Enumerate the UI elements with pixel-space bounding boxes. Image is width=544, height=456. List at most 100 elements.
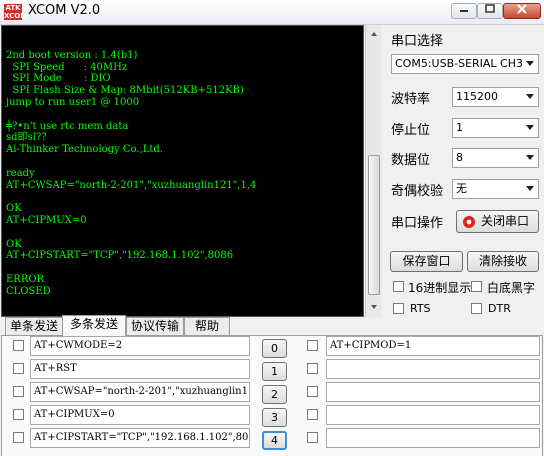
close-icon xyxy=(517,4,527,14)
terminal-line: Ai-Thinker Technology Co.,Ltd. xyxy=(6,144,163,156)
tab-multi-send[interactable]: 多条发送 xyxy=(62,315,126,336)
terminal-text: 2nd boot version : 1.4(b1) SPI Speed : 4… xyxy=(6,38,349,298)
databits-label: 数据位 xyxy=(391,153,431,168)
port-label: 串口选择 xyxy=(391,34,444,49)
window-title: XCOM V2.0 xyxy=(28,3,101,18)
send-row-checkbox[interactable] xyxy=(13,340,24,351)
title-bar: ATK XCOM XCOM V2.0 xyxy=(0,0,544,25)
send-row-button[interactable]: 0 xyxy=(262,339,287,358)
send-row-input[interactable]: AT+RST xyxy=(30,359,250,379)
hex-display-checkbox[interactable] xyxy=(393,281,404,292)
send-row-checkbox[interactable] xyxy=(13,432,24,443)
hex-display-label: 16进制显示 xyxy=(408,281,472,295)
send-tabs: 单条发送 多条发送 协议传输 帮助 xyxy=(0,315,544,336)
power-icon xyxy=(463,216,475,228)
send-row-input[interactable]: AT+CIPSTART="TCP","192.168.1.102",80 xyxy=(30,428,250,448)
scroll-down-icon xyxy=(371,305,377,309)
baud-select-value: 115200 xyxy=(456,90,498,103)
send-row-input[interactable] xyxy=(326,382,540,402)
chevron-down-icon xyxy=(526,94,534,99)
app-logo: ATK XCOM xyxy=(4,4,28,20)
port-select-value: COM5:USB-SERIAL CH34C xyxy=(395,57,538,70)
minimize-button[interactable] xyxy=(451,3,477,19)
terminal-line: ERROR xyxy=(6,273,45,285)
dtr-checkbox[interactable] xyxy=(471,303,482,314)
chevron-down-icon xyxy=(526,61,534,66)
terminal-line: AT+CIPSTART="TCP","192.168.1.102",8086 xyxy=(6,250,234,262)
parity-label: 奇偶校验 xyxy=(391,184,444,199)
chevron-down-icon xyxy=(526,155,534,160)
terminal-scrollbar[interactable] xyxy=(365,25,382,317)
send-row-checkbox[interactable] xyxy=(307,409,318,420)
send-row-input[interactable]: AT+CWMODE=2 xyxy=(30,336,250,356)
send-row-checkbox[interactable] xyxy=(307,432,318,443)
dtr-label: DTR xyxy=(488,302,511,315)
terminal-line: AT+CIPMUX=0 xyxy=(6,214,87,226)
stopbits-select[interactable]: 1 xyxy=(452,118,539,138)
parity-select-value: 无 xyxy=(456,182,467,195)
port-select[interactable]: COM5:USB-SERIAL CH34C xyxy=(391,54,539,74)
send-row-input[interactable] xyxy=(326,405,540,425)
terminal-line: 2nd boot version : 1.4(b1) xyxy=(6,49,138,61)
baud-label: 波特率 xyxy=(391,92,431,107)
terminal-line: jump to run user1 @ 1000 xyxy=(6,96,140,108)
stopbits-label: 停止位 xyxy=(391,123,431,138)
send-row-button[interactable]: 1 xyxy=(262,362,287,381)
terminal-line: OK xyxy=(6,203,22,215)
operate-label: 串口操作 xyxy=(391,216,444,231)
save-window-button[interactable]: 保存窗口 xyxy=(390,251,463,272)
send-row-input[interactable]: AT+CIPMUX=0 xyxy=(30,405,250,425)
terminal-line: AT+CWSAP="north-2-201","xuzhuanglin121",… xyxy=(6,179,257,191)
maximize-icon xyxy=(485,4,495,13)
clear-receive-button[interactable]: 清除接收 xyxy=(467,251,539,272)
maximize-button[interactable] xyxy=(477,3,503,19)
tab-protocol[interactable]: 协议传输 xyxy=(126,317,184,335)
terminal-line: sd即sl?? xyxy=(6,132,47,144)
terminal-line: OK xyxy=(6,238,22,250)
terminal-line: SPI Flash Size & Map: 8Mbit(512KB+512KB) xyxy=(6,85,244,97)
receive-terminal[interactable]: 2nd boot version : 1.4(b1) SPI Speed : 4… xyxy=(1,25,364,317)
send-row-input[interactable] xyxy=(326,428,540,448)
minimize-icon xyxy=(460,10,468,12)
send-row-checkbox[interactable] xyxy=(13,386,24,397)
send-row-checkbox[interactable] xyxy=(307,340,318,351)
chevron-down-icon xyxy=(526,186,534,191)
white-bg-label: 白底黑字 xyxy=(487,281,536,295)
terminal-line: SPI Speed : 40MHz xyxy=(6,61,128,73)
scroll-up-icon xyxy=(371,32,377,36)
send-row-input[interactable] xyxy=(326,359,540,379)
white-bg-checkbox[interactable] xyxy=(471,281,482,292)
close-port-button[interactable]: 关闭串口 xyxy=(456,210,539,233)
scrollbar-thumb[interactable] xyxy=(368,155,380,295)
tab-help[interactable]: 帮助 xyxy=(184,317,230,335)
baud-select[interactable]: 115200 xyxy=(452,87,539,107)
send-row-button[interactable]: 3 xyxy=(262,408,287,427)
send-row-input[interactable]: AT+CWSAP="north-2-201","xuzhuanglin1 xyxy=(30,382,250,402)
rts-label: RTS xyxy=(410,302,431,315)
parity-select[interactable]: 无 xyxy=(452,179,539,199)
send-row-checkbox[interactable] xyxy=(307,386,318,397)
terminal-line: SPI Mode : DIO xyxy=(6,73,111,85)
chevron-down-icon xyxy=(526,125,534,130)
rts-checkbox[interactable] xyxy=(393,303,404,314)
send-row-checkbox[interactable] xyxy=(307,363,318,374)
terminal-line: ╪?•n't use rtc mem data xyxy=(6,120,129,132)
terminal-line: ready xyxy=(6,167,35,179)
databits-select[interactable]: 8 xyxy=(452,148,539,168)
close-window-button[interactable] xyxy=(503,3,541,19)
send-row-checkbox[interactable] xyxy=(13,363,24,374)
send-row-input[interactable]: AT+CIPMOD=1 xyxy=(326,336,540,356)
stopbits-select-value: 1 xyxy=(456,121,463,134)
terminal-line: CLOSED xyxy=(6,285,51,297)
send-row-checkbox[interactable] xyxy=(13,409,24,420)
send-row-button[interactable]: 4 xyxy=(262,431,287,450)
close-port-label: 关闭串口 xyxy=(481,214,530,228)
tab-single-send[interactable]: 单条发送 xyxy=(5,317,63,335)
send-row-button[interactable]: 2 xyxy=(262,385,287,404)
